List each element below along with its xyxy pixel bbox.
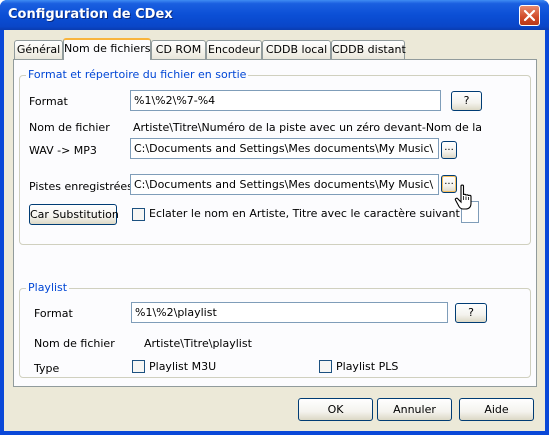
split-name-checkbox[interactable] [132,208,145,221]
car-substitution-button[interactable]: Car Substitution [29,204,119,225]
tracks-path-input[interactable]: C:\Documents and Settings\Mes documents\… [130,174,439,195]
playlist-format-input[interactable]: %1\%2\playlist [131,302,448,323]
wav-mp3-path-input[interactable]: C:\Documents and Settings\Mes documents\… [130,138,439,159]
playlist-help-button[interactable]: ? [455,303,487,323]
tab-cddb-distant[interactable]: CDDB distant [331,40,406,59]
tab-panel: Format et répertoire du fichier en sorti… [13,59,537,387]
format-label: Format [29,95,68,108]
cancel-button[interactable]: Annuler [377,398,452,421]
tab-cd-rom[interactable]: CD ROM [151,40,206,59]
wav-mp3-browse-button[interactable]: ... [441,141,457,159]
tab-encodeur[interactable]: Encodeur [206,40,262,59]
ok-button[interactable]: OK [298,398,373,421]
dialog-body: Général Nom de fichiers CD ROM Encodeur … [4,30,545,431]
format-help-button[interactable]: ? [451,91,482,111]
playlist-type-label: Type [34,362,60,375]
tracks-label: Pistes enregistrées [29,180,133,193]
tab-nom-de-fichiers[interactable]: Nom de fichiers [63,38,151,60]
tab-cddb-local[interactable]: CDDB local [262,40,331,59]
filename-preview: Artiste\Titre\Numéro de la piste avec un… [133,121,483,134]
close-button[interactable] [519,5,540,26]
m3u-checkbox[interactable] [132,360,145,373]
playlist-filename-preview: Artiste\Titre\playlist [144,337,252,350]
playlist-filename-label: Nom de fichier [34,337,115,350]
filename-label: Nom de fichier [29,121,110,134]
m3u-label: Playlist M3U [149,360,217,373]
title-bar[interactable]: Configuration de CDex [0,0,549,30]
window-title: Configuration de CDex [8,7,173,22]
playlist-format-label: Format [34,307,73,320]
playlist-legend: Playlist [26,281,70,294]
split-name-label: Eclater le nom en Artiste, Titre avec le… [149,207,464,220]
output-format-legend: Format et répertoire du fichier en sorti… [26,68,249,81]
dialog-window: Configuration de CDex Général Nom de fic… [0,0,549,435]
help-button[interactable]: Aide [459,398,534,421]
tab-general[interactable]: Général [14,40,63,59]
format-input[interactable]: %1\%2\%7-%4 [130,90,441,111]
pls-checkbox[interactable] [319,360,332,373]
wav-mp3-label: WAV -> MP3 [29,144,97,157]
pls-label: Playlist PLS [336,360,399,373]
close-icon [523,9,536,22]
hand-cursor-icon [454,184,472,210]
